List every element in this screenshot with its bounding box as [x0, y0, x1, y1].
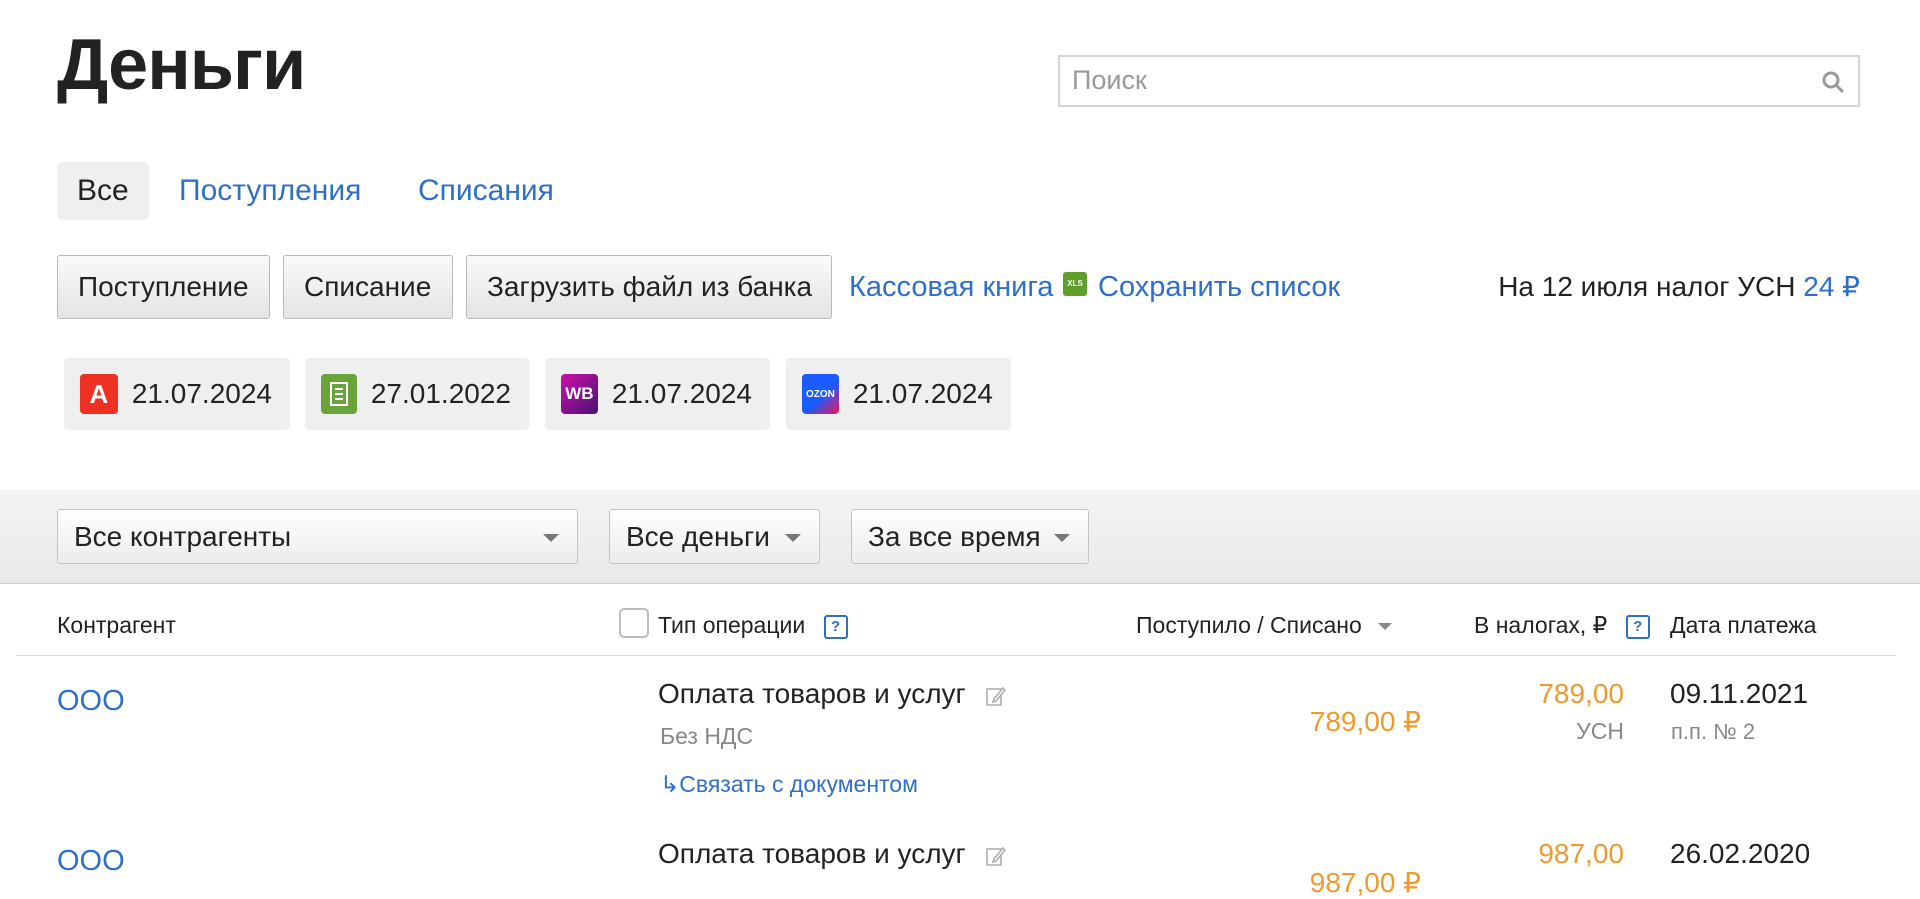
xls-icon: XLS	[1063, 272, 1087, 296]
header-amount[interactable]: Поступило / Списано	[1136, 612, 1393, 639]
tab-income[interactable]: Поступления	[159, 162, 381, 220]
header-taxes-label: В налогах, ₽	[1474, 612, 1608, 638]
cashbook-link[interactable]: Кассовая книга	[849, 255, 1053, 319]
tab-all[interactable]: Все	[57, 162, 149, 220]
tax-info: На 12 июля налог УСН 24 ₽	[1498, 255, 1860, 319]
counterparty-link[interactable]: ООО	[57, 845, 125, 878]
operation-type: Оплата товаров и услуг	[658, 678, 1006, 710]
counterparty-filter-value: Все контрагенты	[74, 521, 292, 552]
header-operation-type: Тип операции ?	[658, 612, 848, 639]
select-all-checkbox[interactable]	[619, 608, 649, 638]
upload-bank-file-button[interactable]: Загрузить файл из банка	[466, 255, 832, 319]
account-ozon[interactable]: OZON 21.07.2024	[786, 358, 1011, 430]
operation-label: Оплата товаров и услуг	[658, 678, 966, 709]
help-icon[interactable]: ?	[823, 614, 848, 639]
vat-label: Без НДС	[660, 723, 754, 749]
payment-ref: п.п. № 2	[1671, 719, 1756, 744]
period-filter-value: За все время	[868, 521, 1041, 552]
tax-label: УСН	[1576, 718, 1624, 744]
header-counterparty: Контрагент	[57, 612, 176, 638]
chevron-down-icon	[1054, 534, 1070, 542]
link-document-link[interactable]: Связать с документом	[679, 771, 918, 797]
payment-date: 09.11.2021	[1670, 678, 1809, 709]
chevron-down-icon	[785, 534, 801, 542]
search-input[interactable]	[1060, 57, 1824, 103]
add-expense-button[interactable]: Списание	[283, 255, 453, 319]
account-date: 21.07.2024	[852, 378, 993, 409]
wildberries-icon: WB	[561, 374, 598, 414]
header-amount-label: Поступило / Списано	[1136, 612, 1362, 638]
money-filter-select[interactable]: Все деньги	[609, 509, 820, 564]
account-date: 27.01.2022	[370, 378, 511, 409]
arrow-return-icon: ↳	[660, 771, 680, 797]
save-list-link[interactable]: Сохранить список	[1098, 255, 1340, 319]
link-document[interactable]: ↳Связать с документом	[660, 771, 918, 798]
counterparty-filter-select[interactable]: Все контрагенты	[57, 509, 578, 564]
search-icon[interactable]	[1822, 71, 1844, 93]
help-icon[interactable]: ?	[1625, 614, 1650, 639]
edit-icon[interactable]	[985, 685, 1006, 707]
operation-type: Оплата товаров и услуг	[658, 838, 1006, 870]
counterparty-link[interactable]: ООО	[57, 685, 125, 718]
operation-label: Оплата товаров и услуг	[658, 838, 966, 869]
edit-icon[interactable]	[985, 845, 1006, 867]
chevron-down-icon	[543, 534, 559, 542]
add-income-button[interactable]: Поступление	[57, 255, 270, 319]
alfa-bank-icon: А	[80, 374, 118, 414]
tax-amount: 789,00	[1538, 678, 1624, 709]
amount: 789,00 ₽	[1309, 706, 1421, 737]
header-payment-date: Дата платежа	[1670, 612, 1817, 638]
tax-value-link[interactable]: 24 ₽	[1803, 271, 1860, 302]
cash-register-icon	[321, 374, 357, 414]
header-divider	[16, 655, 1896, 656]
tax-info-text: На 12 июля налог УСН	[1498, 271, 1796, 302]
page-title: Деньги	[57, 25, 306, 105]
account-date: 21.07.2024	[131, 378, 272, 409]
period-filter-select[interactable]: За все время	[851, 509, 1089, 564]
account-date: 21.07.2024	[611, 378, 752, 409]
amount: 987,00 ₽	[1309, 867, 1421, 898]
tax-amount: 987,00	[1538, 838, 1624, 869]
header-operation-type-label: Тип операции	[658, 612, 806, 638]
header-taxes: В налогах, ₽ ?	[1474, 612, 1650, 639]
money-filter-value: Все деньги	[626, 521, 770, 552]
tab-expenses[interactable]: Списания	[398, 162, 574, 220]
ozon-icon: OZON	[802, 374, 839, 414]
account-wildberries[interactable]: WB 21.07.2024	[545, 358, 770, 430]
sort-desc-icon	[1378, 623, 1393, 631]
account-alfa-bank[interactable]: А 21.07.2024	[64, 358, 290, 430]
account-cash-register[interactable]: 27.01.2022	[305, 358, 529, 430]
search-box[interactable]	[1058, 55, 1860, 107]
payment-date: 26.02.2020	[1670, 838, 1811, 869]
